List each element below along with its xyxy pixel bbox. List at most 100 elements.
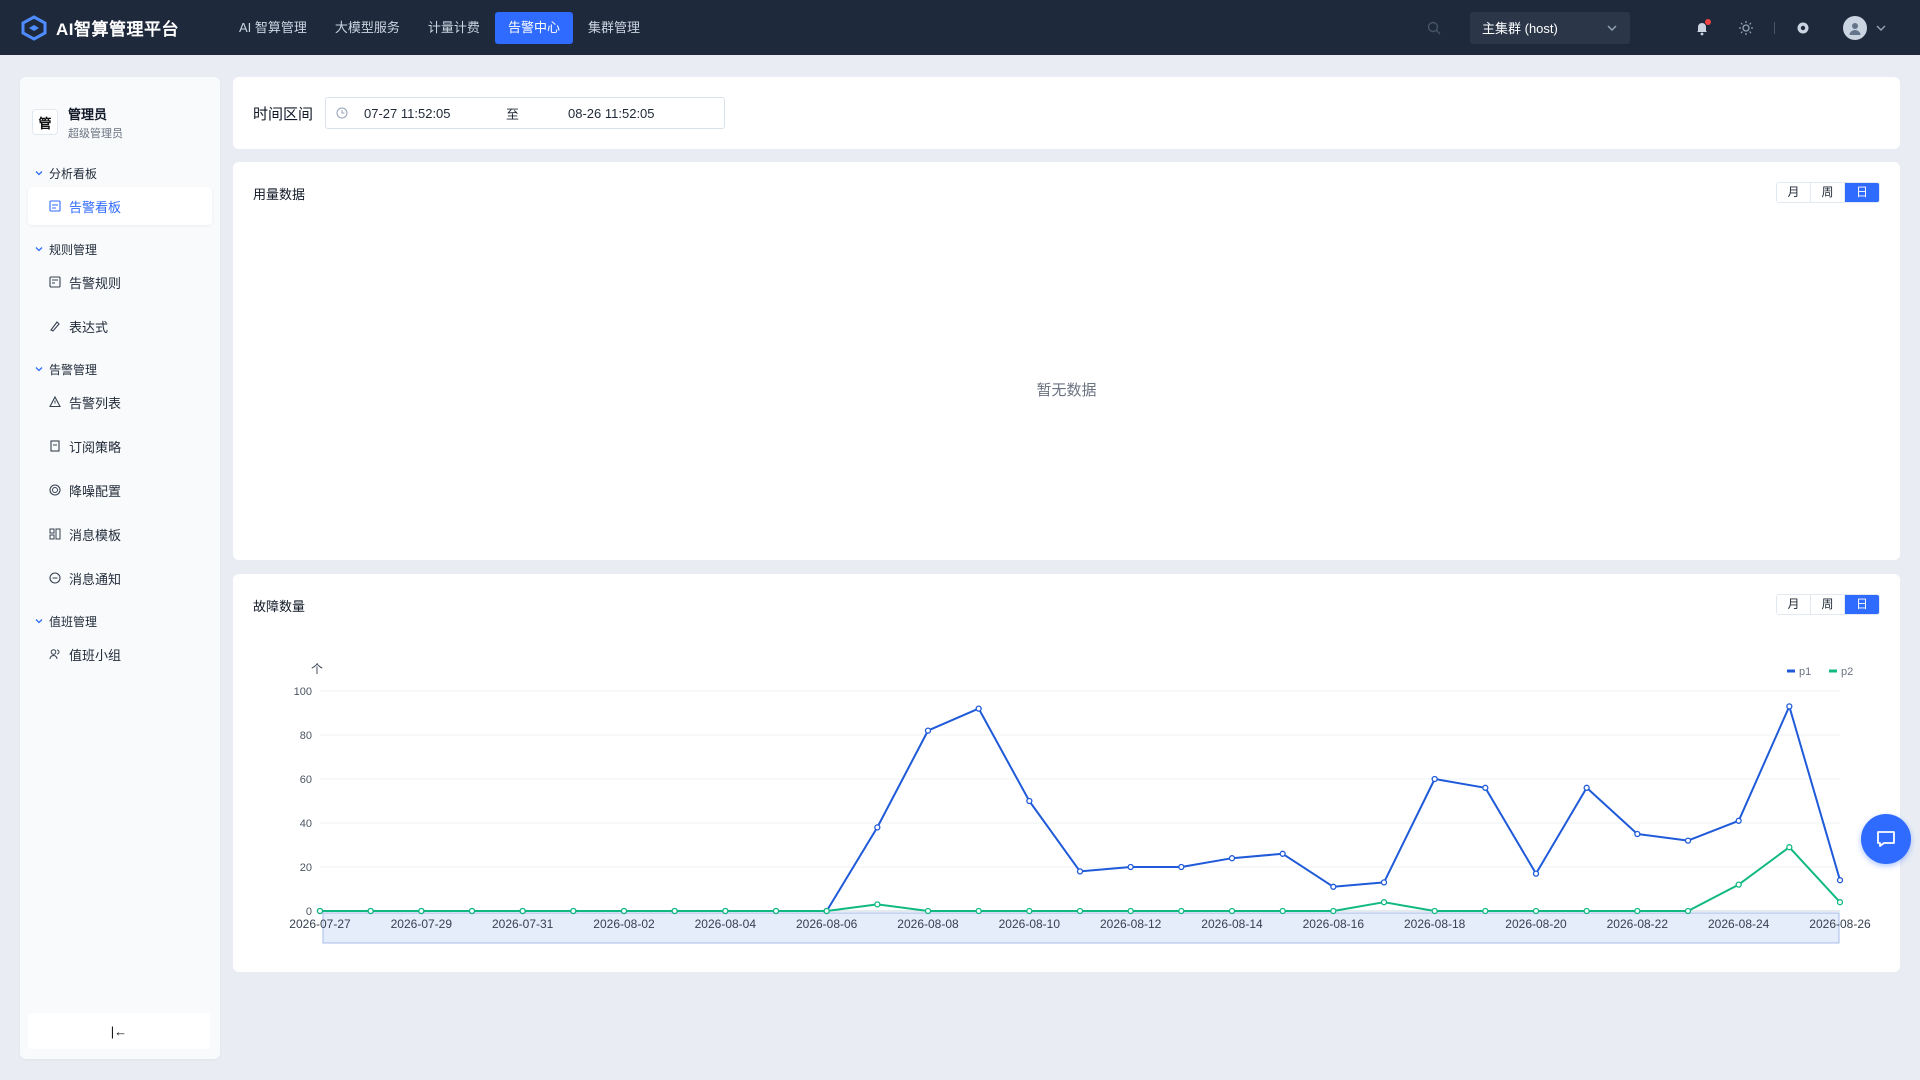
data-point-p2: [874, 901, 881, 908]
usage-card: 用量数据 月 周 日 暂无数据: [233, 162, 1900, 560]
x-tick-label: 2026-07-27: [289, 917, 351, 931]
sidebar-item-duty-team[interactable]: 值班小组: [28, 635, 212, 673]
sidebar-item-label: 告警规则: [69, 275, 122, 291]
sidebar-item-expressions[interactable]: 表达式: [28, 307, 212, 345]
x-tick-label: 2026-08-16: [1303, 917, 1365, 931]
period-week-button[interactable]: 周: [1811, 183, 1845, 202]
sidebar-item-label: 消息模板: [69, 527, 122, 543]
sidebar-group-title[interactable]: 告警管理: [20, 359, 220, 379]
bell-icon[interactable]: [1692, 18, 1712, 38]
user-info: 管 管理员 超级管理员: [20, 77, 220, 149]
data-point-p2: [1634, 907, 1641, 915]
brand[interactable]: AI智算管理平台: [20, 14, 210, 42]
sidebar-item-label: 表达式: [69, 319, 109, 335]
data-point-p1: [1786, 703, 1793, 710]
sidebar-item-subscriptions[interactable]: 订阅策略: [28, 427, 212, 465]
data-point-p2: [316, 907, 324, 915]
sidebar-group-title[interactable]: 分析看板: [20, 163, 220, 183]
sidebar-group-rules: 规则管理 告警规则 表达式: [20, 239, 220, 345]
data-point-p1: [1026, 797, 1033, 805]
sidebar-item-noise-reduction[interactable]: 降噪配置: [28, 471, 212, 509]
nav-item-billing[interactable]: 计量计费: [415, 12, 493, 44]
search-icon[interactable]: [1424, 18, 1444, 38]
sidebar-item-message-templates[interactable]: 消息模板: [28, 515, 212, 553]
data-point-p2: [975, 907, 982, 915]
chevron-down-icon[interactable]: [1875, 22, 1887, 34]
sidebar-group-title[interactable]: 规则管理: [20, 239, 220, 259]
time-range-end[interactable]: 08-26 11:52:05: [568, 106, 655, 121]
legend-label-p2: p2: [1841, 666, 1853, 678]
data-point-p1: [1482, 784, 1489, 791]
sidebar-group-label: 告警管理: [49, 362, 98, 377]
data-point-p2: [722, 907, 729, 915]
data-point-p2: [468, 907, 476, 915]
y-tick-label: 40: [300, 818, 312, 830]
chevron-down-icon: [1607, 25, 1617, 31]
noise-icon: [48, 483, 62, 497]
user-avatar[interactable]: [1843, 15, 1867, 40]
warning-icon: [48, 395, 62, 409]
data-point-p2: [1279, 907, 1286, 915]
sidebar-item-alert-rules[interactable]: 告警规则: [28, 263, 212, 301]
y-tick-label: 80: [300, 730, 312, 742]
sidebar-group-alerts: 告警管理 告警列表 订阅策略 降噪配置 消息模板 消息通知: [20, 359, 220, 597]
legend-label-p1: p1: [1799, 666, 1811, 678]
data-point-p2: [1735, 881, 1742, 888]
data-point-p2: [1178, 907, 1185, 915]
data-point-p2: [772, 907, 780, 915]
user-role: 超级管理员: [68, 127, 123, 140]
nav-item-llm-service[interactable]: 大模型服务: [322, 12, 413, 44]
usage-period-switch: 月 周 日: [1776, 182, 1880, 203]
nav-item-cluster[interactable]: 集群管理: [575, 12, 653, 44]
data-point-p2: [1228, 907, 1236, 915]
time-range-card: 时间区间 07-27 11:52:05 至 08-26 11:52:05: [233, 77, 1900, 149]
nav-item-ai-compute[interactable]: AI 智算管理: [226, 12, 320, 44]
data-point-p2: [1786, 844, 1793, 851]
chevron-down-icon: [35, 367, 43, 372]
notification-badge: [1705, 18, 1711, 25]
chevron-down-icon: [35, 247, 43, 252]
sidebar-item-alert-list[interactable]: 告警列表: [28, 383, 212, 421]
chat-button[interactable]: [1861, 814, 1911, 864]
sidebar-group-analysis: 分析看板 告警看板: [20, 163, 220, 225]
nav-item-alert-center[interactable]: 告警中心: [494, 11, 573, 44]
data-point-p1: [1583, 784, 1590, 791]
x-tick-label: 2026-08-06: [796, 917, 858, 931]
period-day-button[interactable]: 日: [1845, 183, 1879, 202]
y-tick-label: 60: [300, 774, 312, 786]
data-point-p1: [1228, 855, 1236, 862]
usage-title: 用量数据: [253, 187, 306, 202]
time-range-picker[interactable]: 07-27 11:52:05 至 08-26 11:52:05: [325, 97, 726, 129]
data-point-p2: [1482, 907, 1489, 915]
series-line-p2: [320, 846, 1841, 912]
data-point-p1: [1127, 863, 1134, 871]
sidebar-collapse-button[interactable]: |←: [28, 1013, 210, 1049]
data-point-p2: [1583, 907, 1590, 915]
cluster-select[interactable]: 主集群 (host): [1470, 11, 1630, 44]
data-point-p1: [1431, 775, 1438, 783]
data-point-p1: [924, 727, 932, 734]
x-tick-label: 2026-08-08: [897, 917, 959, 931]
sidebar-item-label: 降噪配置: [69, 483, 122, 499]
usage-empty-state: 暂无数据: [1036, 382, 1097, 399]
sidebar-group-duty: 值班管理 值班小组: [20, 611, 220, 673]
data-point-p1: [1330, 883, 1337, 890]
data-point-p2: [1431, 907, 1438, 915]
gear-icon[interactable]: [1793, 18, 1813, 38]
main-nav: AI 智算管理 大模型服务 计量计费 告警中心 集群管理: [226, 11, 655, 44]
period-month-button[interactable]: 月: [1777, 183, 1811, 202]
data-point-p2: [1127, 907, 1134, 915]
app-title: AI智算管理平台: [56, 20, 179, 39]
theme-sun-icon[interactable]: [1736, 18, 1756, 38]
data-point-p1: [1178, 863, 1185, 871]
sidebar-group-title[interactable]: 值班管理: [20, 611, 220, 631]
data-point-p2: [1836, 899, 1844, 906]
sidebar-item-message-notifications[interactable]: 消息通知: [28, 559, 212, 597]
data-point-p1: [1836, 877, 1844, 884]
series-line-p1: [320, 705, 1841, 912]
time-range-start[interactable]: 07-27 11:52:05: [364, 106, 506, 121]
cluster-select-value: 主集群 (host): [1482, 21, 1558, 36]
sidebar-item-label: 订阅策略: [69, 439, 122, 455]
sidebar-item-alert-dashboard[interactable]: 告警看板: [28, 187, 212, 225]
data-point-p1: [1076, 868, 1084, 875]
